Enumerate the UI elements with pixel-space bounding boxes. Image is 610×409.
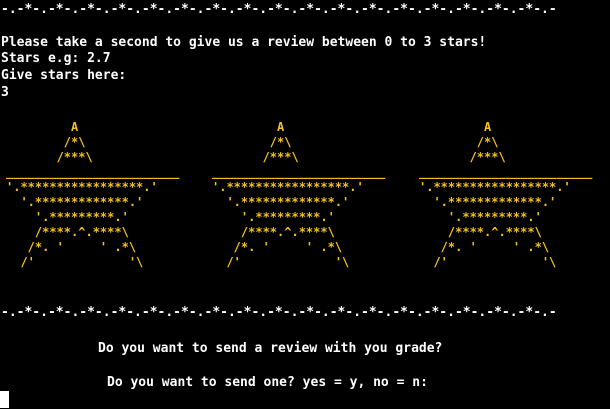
stars-display: A /*\ /***\ ________________________ '.*…: [0, 120, 610, 270]
review-prompt: Please take a second to give us a review…: [1, 35, 487, 50]
divider-top: -.-*-.-*-.-*-.-*-.-*-.-*-.-*-.-*-.-*-.-*…: [1, 2, 557, 17]
give-stars-prompt: Give stars here:: [1, 68, 127, 83]
terminal-window: -.-*-.-*-.-*-.-*-.-*-.-*-.-*-.-*-.-*-.-*…: [0, 0, 610, 409]
star-2-icon: A /*\ /***\ ________________________ '.*…: [212, 120, 386, 269]
star-1-icon: A /*\ /***\ ________________________ '.*…: [6, 120, 180, 269]
star-3-icon: A /*\ /***\ ________________________ '.*…: [419, 120, 593, 269]
question-send-review: Do you want to send a review with you gr…: [98, 341, 443, 356]
question-send-one: Do you want to send one? yes = y, no = n…: [107, 375, 428, 390]
stars-example: Stars e.g: 2.7: [1, 51, 111, 66]
terminal-cursor[interactable]: [0, 391, 9, 408]
divider-bottom: -.-*-.-*-.-*-.-*-.-*-.-*-.-*-.-*-.-*-.-*…: [1, 305, 557, 320]
stars-input-value: 3: [1, 85, 9, 100]
